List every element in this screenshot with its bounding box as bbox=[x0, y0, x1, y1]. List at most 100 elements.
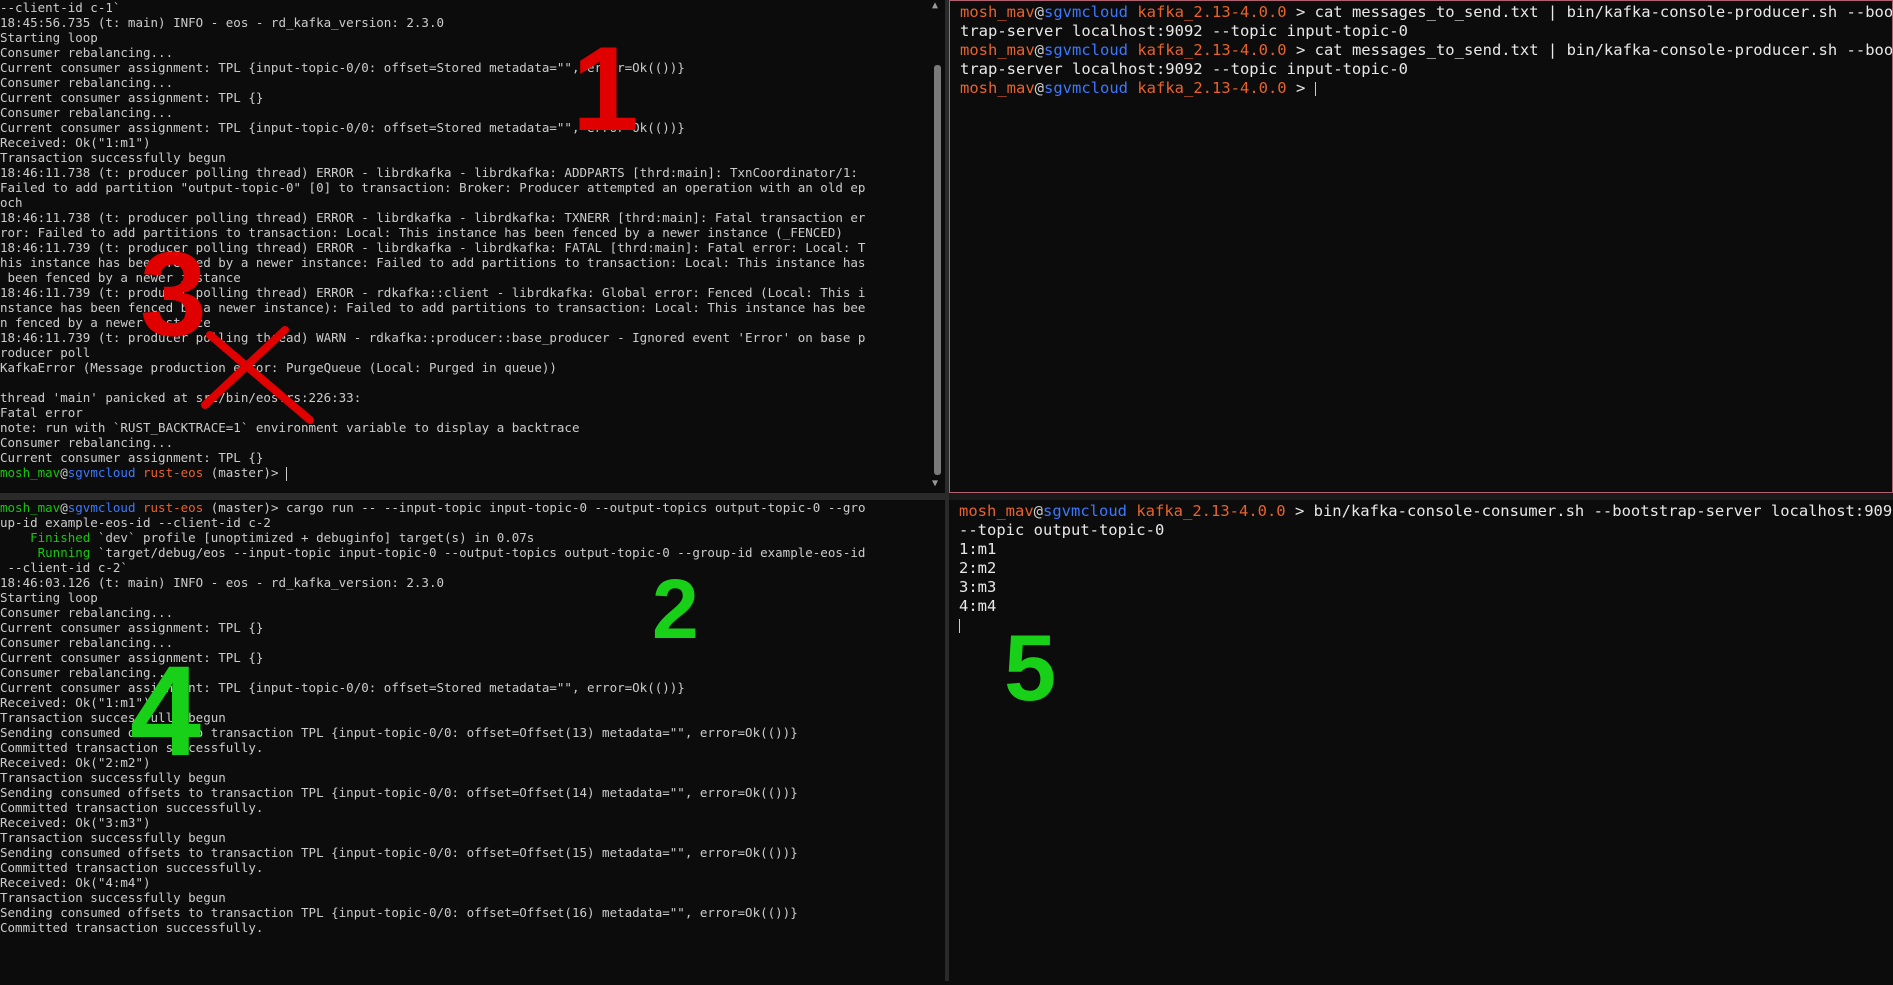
terminal-text: 18:46:11.739 (t: producer polling thread… bbox=[0, 285, 866, 300]
terminal-text: > bbox=[1286, 79, 1315, 97]
terminal-line: Current consumer assignment: TPL {} bbox=[0, 650, 945, 665]
terminal-line: n fenced by a newer instance bbox=[0, 315, 930, 330]
terminal-text: Sending consumed offsets to transaction … bbox=[0, 905, 798, 920]
terminal-text: kafka_2.13-4.0.0 bbox=[1128, 79, 1287, 97]
terminal-text: kafka_2.13-4.0.0 bbox=[1128, 41, 1287, 59]
terminal-line: KafkaError (Message production error: Pu… bbox=[0, 360, 930, 375]
terminal-text: Committed transaction successfully. bbox=[0, 740, 264, 755]
terminal-line: 18:45:56.735 (t: main) INFO - eos - rd_k… bbox=[0, 15, 930, 30]
scroll-down-arrow-icon[interactable]: ▼ bbox=[932, 478, 938, 489]
terminal-text: Starting loop bbox=[0, 590, 98, 605]
terminal-text: Finished bbox=[0, 530, 91, 545]
terminal-text: sgvmcloud bbox=[1044, 79, 1128, 97]
terminal-text: Received: Ok("4:m4") bbox=[0, 875, 151, 890]
terminal-text: @ bbox=[1034, 3, 1044, 21]
terminal-text: Running bbox=[0, 545, 91, 560]
terminal-text: Transaction successfully begun bbox=[0, 710, 226, 725]
terminal-text: up-id example-eos-id --client-id c-2 bbox=[0, 515, 271, 530]
terminal-pane-bottom-right[interactable]: mosh_mav@sgvmcloud kafka_2.13-4.0.0 > bi… bbox=[949, 500, 1893, 985]
terminal-text: 18:46:11.738 (t: producer polling thread… bbox=[0, 165, 858, 180]
scrollbar-thumb[interactable] bbox=[934, 65, 941, 475]
terminal-output: mosh_mav@sgvmcloud rust-eos (master)> ca… bbox=[0, 500, 945, 935]
terminal-text: `dev` profile [unoptimized + debuginfo] … bbox=[90, 530, 535, 545]
terminal-line: Sending consumed offsets to transaction … bbox=[0, 905, 945, 920]
terminal-text: sgvmcloud bbox=[1044, 3, 1128, 21]
terminal-line: Sending consumed offsets to transaction … bbox=[0, 725, 945, 740]
terminal-text: KafkaError (Message production error: Pu… bbox=[0, 360, 557, 375]
terminal-text: sgvmcloud bbox=[67, 465, 136, 480]
terminal-text: Committed transaction successfully. bbox=[0, 800, 264, 815]
terminal-line: Received: Ok("3:m3") bbox=[0, 815, 945, 830]
terminal-line: up-id example-eos-id --client-id c-2 bbox=[0, 515, 945, 530]
terminal-text: trap-server localhost:9092 --topic input… bbox=[960, 22, 1408, 40]
terminal-line: Sending consumed offsets to transaction … bbox=[0, 845, 945, 860]
terminal-text: Current consumer assignment: TPL {} bbox=[0, 620, 264, 635]
terminal-line: Current consumer assignment: TPL {input-… bbox=[0, 60, 930, 75]
terminal-line: mosh_mav@sgvmcloud kafka_2.13-4.0.0 > ca… bbox=[960, 3, 1892, 22]
terminal-text: Current consumer assignment: TPL {input-… bbox=[0, 60, 685, 75]
pane-divider-horizontal-right[interactable] bbox=[949, 493, 1893, 500]
terminal-text: Consumer rebalancing... bbox=[0, 105, 174, 120]
terminal-text: > cat messages_to_send.txt | bin/kafka-c… bbox=[1286, 41, 1893, 59]
terminal-text: mosh_mav bbox=[0, 500, 61, 515]
terminal-text: 18:46:11.739 (t: producer polling thread… bbox=[0, 330, 866, 345]
terminal-text: Starting loop bbox=[0, 30, 98, 45]
terminal-pane-top-left[interactable]: --client-id c-1` 18:45:56.735 (t: main) I… bbox=[0, 0, 930, 493]
terminal-line: roducer poll bbox=[0, 345, 930, 360]
terminal-text: roducer poll bbox=[0, 345, 91, 360]
terminal-line: --topic output-topic-0 bbox=[959, 521, 1893, 540]
terminal-text: note: run with `RUST_BACKTRACE=1` enviro… bbox=[0, 420, 580, 435]
terminal-text: Received: Ok("1:m1") bbox=[0, 135, 151, 150]
terminal-pane-bottom-left[interactable]: mosh_mav@sgvmcloud rust-eos (master)> ca… bbox=[0, 500, 945, 981]
terminal-line: mosh_mav@sgvmcloud kafka_2.13-4.0.0 > bbox=[960, 79, 1882, 98]
terminal-line: 18:46:11.739 (t: producer polling thread… bbox=[0, 285, 930, 300]
terminal-text: Sending consumed offsets to transaction … bbox=[0, 785, 798, 800]
terminal-text: @ bbox=[1034, 41, 1044, 59]
terminal-text: Current consumer assignment: TPL {input-… bbox=[0, 680, 685, 695]
pane-divider-horizontal[interactable] bbox=[0, 493, 945, 500]
terminal-text: been fenced by a newer instance bbox=[0, 270, 241, 285]
terminal-text: 18:46:11.738 (t: producer polling thread… bbox=[0, 210, 866, 225]
terminal-text: 18:46:11.739 (t: producer polling thread… bbox=[0, 240, 866, 255]
terminal-output: mosh_mav@sgvmcloud kafka_2.13-4.0.0 > ca… bbox=[960, 3, 1892, 98]
terminal-text: Committed transaction successfully. bbox=[0, 860, 264, 875]
terminal-text: @ bbox=[60, 465, 68, 480]
terminal-line: och bbox=[0, 195, 930, 210]
terminal-text: (master)> bbox=[203, 465, 287, 480]
terminal-line: 18:46:11.738 (t: producer polling thread… bbox=[0, 210, 930, 225]
terminal-line: Committed transaction successfully. bbox=[0, 740, 945, 755]
terminal-line: Transaction successfully begun bbox=[0, 150, 930, 165]
terminal-text: Received: Ok("3:m3") bbox=[0, 815, 151, 830]
terminal-line: trap-server localhost:9092 --topic input… bbox=[960, 60, 1882, 79]
terminal-text: Consumer rebalancing... bbox=[0, 635, 174, 650]
scroll-up-arrow-icon[interactable]: ▲ bbox=[932, 0, 938, 11]
terminal-text: nstance has been fenced by a newer insta… bbox=[0, 300, 866, 315]
text-cursor bbox=[286, 466, 288, 481]
terminal-line: Transaction successfully begun bbox=[0, 890, 945, 905]
terminal-line: Committed transaction successfully. bbox=[0, 920, 945, 935]
terminal-line: Consumer rebalancing... bbox=[0, 105, 930, 120]
text-cursor bbox=[959, 618, 960, 633]
terminal-line: 18:46:11.738 (t: producer polling thread… bbox=[0, 165, 930, 180]
terminal-line: Finished `dev` profile [unoptimized + de… bbox=[0, 530, 945, 545]
terminal-text: mosh_mav bbox=[959, 502, 1034, 520]
terminal-line: Transaction successfully begun bbox=[0, 710, 945, 725]
terminal-line: Committed transaction successfully. bbox=[0, 860, 945, 875]
terminal-line: 18:46:11.739 (t: producer polling thread… bbox=[0, 330, 930, 345]
terminal-line: 1:m1 bbox=[959, 540, 1893, 559]
terminal-line: mosh_mav@sgvmcloud rust-eos (master)> ca… bbox=[0, 500, 945, 515]
pane-divider-vertical[interactable] bbox=[945, 0, 949, 981]
terminal-line: Starting loop bbox=[0, 30, 930, 45]
terminal-line: nstance has been fenced by a newer insta… bbox=[0, 300, 930, 315]
terminal-line: --client-id c-1` bbox=[0, 0, 930, 15]
terminal-output: mosh_mav@sgvmcloud kafka_2.13-4.0.0 > bi… bbox=[959, 502, 1893, 635]
terminal-text: @ bbox=[1033, 502, 1043, 520]
terminal-line: mosh_mav@sgvmcloud kafka_2.13-4.0.0 > bi… bbox=[959, 502, 1893, 521]
terminal-text: ror: Failed to add partitions to transac… bbox=[0, 225, 843, 240]
terminal-text: 18:46:03.126 (t: main) INFO - eos - rd_k… bbox=[0, 575, 445, 590]
terminal-line: Current consumer assignment: TPL {} bbox=[0, 450, 930, 465]
terminal-line: Consumer rebalancing... bbox=[0, 75, 930, 90]
terminal-text: Transaction successfully begun bbox=[0, 150, 226, 165]
terminal-pane-top-right[interactable]: mosh_mav@sgvmcloud kafka_2.13-4.0.0 > ca… bbox=[949, 0, 1893, 493]
terminal-text: Fatal error bbox=[0, 405, 83, 420]
